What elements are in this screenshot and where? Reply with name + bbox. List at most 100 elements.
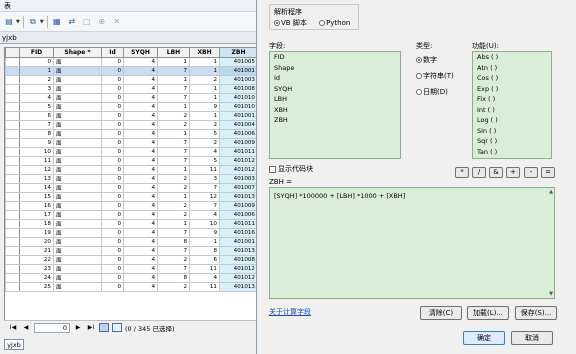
column-header[interactable]: FID xyxy=(19,47,54,58)
function-item[interactable]: Cos ( ) xyxy=(473,73,551,84)
row-selector[interactable] xyxy=(5,102,20,112)
dropdown-arrow-icon[interactable]: ▼ xyxy=(40,19,44,25)
row-selector[interactable] xyxy=(5,66,20,76)
table-row[interactable]: 2 面 0 4 1 2 401003 xyxy=(5,75,256,85)
field-item[interactable]: Id xyxy=(270,73,400,84)
table-row[interactable]: 24 面 0 4 8 4 401012 xyxy=(5,273,256,283)
table-row[interactable]: 3 面 0 4 7 1 401008 xyxy=(5,84,256,94)
table-row[interactable]: 14 面 0 4 2 7 401007 xyxy=(5,183,256,193)
column-header[interactable]: Id xyxy=(101,47,124,58)
row-selector[interactable] xyxy=(5,111,20,121)
show-selected-records-icon[interactable] xyxy=(112,323,122,332)
show-all-records-icon[interactable] xyxy=(99,323,109,332)
row-selector[interactable] xyxy=(5,210,20,220)
clear-selection-icon[interactable]: □ xyxy=(81,16,93,28)
table-row[interactable]: 21 面 0 4 7 8 401013 xyxy=(5,246,256,256)
column-header[interactable]: SYQH xyxy=(123,47,158,58)
row-selector[interactable] xyxy=(5,120,20,130)
fields-listbox[interactable]: FID Shape Id SYQH LBH XBH ZBH xyxy=(269,51,401,159)
function-item[interactable]: Sin ( ) xyxy=(473,126,551,137)
scroll-down-icon[interactable]: ▼ xyxy=(549,291,553,297)
table-row[interactable]: 13 面 0 4 2 3 401003 xyxy=(5,174,256,184)
field-item[interactable]: XBH xyxy=(270,105,400,116)
python-radio[interactable]: Python xyxy=(319,19,350,27)
table-row[interactable]: 8 面 0 4 1 5 401006 xyxy=(5,129,256,139)
row-selector[interactable] xyxy=(5,165,20,175)
delete-selected-icon[interactable]: ✕ xyxy=(111,16,123,28)
dropdown-arrow-icon[interactable]: ▼ xyxy=(16,19,20,25)
function-item[interactable]: Log ( ) xyxy=(473,115,551,126)
row-selector[interactable] xyxy=(5,183,20,193)
table-row[interactable]: 25 面 0 4 2 11 401013 xyxy=(5,282,256,292)
row-selector[interactable] xyxy=(5,255,20,265)
expression-textbox[interactable]: [SYQH] *100000 + [LBH] *1000 + [XBH] ▲ ▼ xyxy=(269,187,555,299)
table-row[interactable]: 15 面 0 4 1 12 401013 xyxy=(5,192,256,202)
table-row[interactable]: 9 面 0 4 7 2 401009 xyxy=(5,138,256,148)
scroll-up-icon[interactable]: ▲ xyxy=(549,189,553,195)
operator-button[interactable]: / xyxy=(472,167,486,178)
table-row[interactable]: 20 面 0 4 8 1 401001 xyxy=(5,237,256,247)
table-row[interactable]: 23 面 0 4 7 11 401012 xyxy=(5,264,256,274)
table-row[interactable]: 17 面 0 4 2 4 401006 xyxy=(5,210,256,220)
row-selector[interactable] xyxy=(5,201,20,211)
field-item[interactable]: LBH xyxy=(270,94,400,105)
table-row[interactable]: 11 面 0 4 7 5 401012 xyxy=(5,156,256,166)
row-selector[interactable] xyxy=(5,93,20,103)
column-header[interactable] xyxy=(5,47,20,58)
row-selector[interactable] xyxy=(5,57,20,67)
row-selector[interactable] xyxy=(5,237,20,247)
column-header[interactable]: Shape * xyxy=(53,47,102,58)
row-selector[interactable] xyxy=(5,129,20,139)
ok-button[interactable]: 确定 xyxy=(463,331,505,345)
function-item[interactable]: Int ( ) xyxy=(473,105,551,116)
record-index-field[interactable]: 0 xyxy=(34,322,70,333)
table-row[interactable]: 7 面 0 4 2 2 401004 xyxy=(5,120,256,130)
help-link[interactable]: 关于计算字段 xyxy=(269,307,311,317)
column-header[interactable]: ZBH xyxy=(219,47,256,58)
function-item[interactable]: Tan ( ) xyxy=(473,147,551,158)
row-selector[interactable] xyxy=(5,282,20,292)
type-radio[interactable]: 数字 xyxy=(416,55,454,65)
field-item[interactable]: FID xyxy=(270,52,400,63)
row-selector[interactable] xyxy=(5,156,20,166)
function-item[interactable]: Abs ( ) xyxy=(473,52,551,63)
type-radio[interactable]: 日期(D) xyxy=(416,87,454,97)
function-item[interactable]: Sqr ( ) xyxy=(473,136,551,147)
zoom-selected-icon[interactable]: ⊕ xyxy=(96,16,108,28)
cancel-button[interactable]: 取消 xyxy=(511,331,553,345)
clear-button[interactable]: 清除(C) xyxy=(420,306,462,320)
table-row[interactable]: 5 面 0 4 1 9 401010 xyxy=(5,102,256,112)
table-row[interactable]: 10 面 0 4 7 4 401011 xyxy=(5,147,256,157)
bottom-table-tab[interactable]: yjxb xyxy=(4,339,24,350)
table-row[interactable]: 1 面 0 4 7 1 401001 xyxy=(5,66,256,76)
function-item[interactable]: Fix ( ) xyxy=(473,94,551,105)
operator-button[interactable]: - xyxy=(524,167,538,178)
table-row[interactable]: 0 面 0 4 1 1 401005 xyxy=(5,57,256,67)
table-row[interactable]: 12 面 0 4 1 11 401012 xyxy=(5,165,256,175)
table-row[interactable]: 16 面 0 4 2 7 401009 xyxy=(5,201,256,211)
row-selector[interactable] xyxy=(5,75,20,85)
row-selector[interactable] xyxy=(5,138,20,148)
table-row[interactable]: 19 面 0 4 7 9 401016 xyxy=(5,228,256,238)
table-row[interactable]: 18 面 0 4 1 10 401011 xyxy=(5,219,256,229)
row-selector[interactable] xyxy=(5,84,20,94)
operator-button[interactable]: + xyxy=(506,167,520,178)
operator-button[interactable]: * xyxy=(455,167,469,178)
operator-button[interactable]: = xyxy=(541,167,555,178)
attribute-grid[interactable]: FID Shape * Id SYQH LBH XBH ZBH 0 面 0 4 1 1 401005 1 面… xyxy=(4,47,256,320)
row-selector[interactable] xyxy=(5,219,20,229)
row-selector[interactable] xyxy=(5,147,20,157)
functions-listbox[interactable]: Abs ( ) Atn ( ) Cos ( ) Exp ( ) Fix ( ) Int (… xyxy=(472,51,552,159)
function-item[interactable]: Exp ( ) xyxy=(473,84,551,95)
show-codeblock-checkbox[interactable]: 显示代码块 xyxy=(269,164,313,174)
operator-button[interactable]: & xyxy=(489,167,503,178)
field-item[interactable]: SYQH xyxy=(270,84,400,95)
last-record-button[interactable]: ▶I xyxy=(86,324,96,331)
table-row[interactable]: 6 面 0 4 2 1 401001 xyxy=(5,111,256,121)
vb-script-radio[interactable]: VB 脚本 xyxy=(274,19,307,27)
next-record-button[interactable]: ▶ xyxy=(73,324,83,331)
row-selector[interactable] xyxy=(5,192,20,202)
row-selector[interactable] xyxy=(5,246,20,256)
field-item[interactable]: ZBH xyxy=(270,115,400,126)
column-header[interactable]: XBH xyxy=(189,47,220,58)
